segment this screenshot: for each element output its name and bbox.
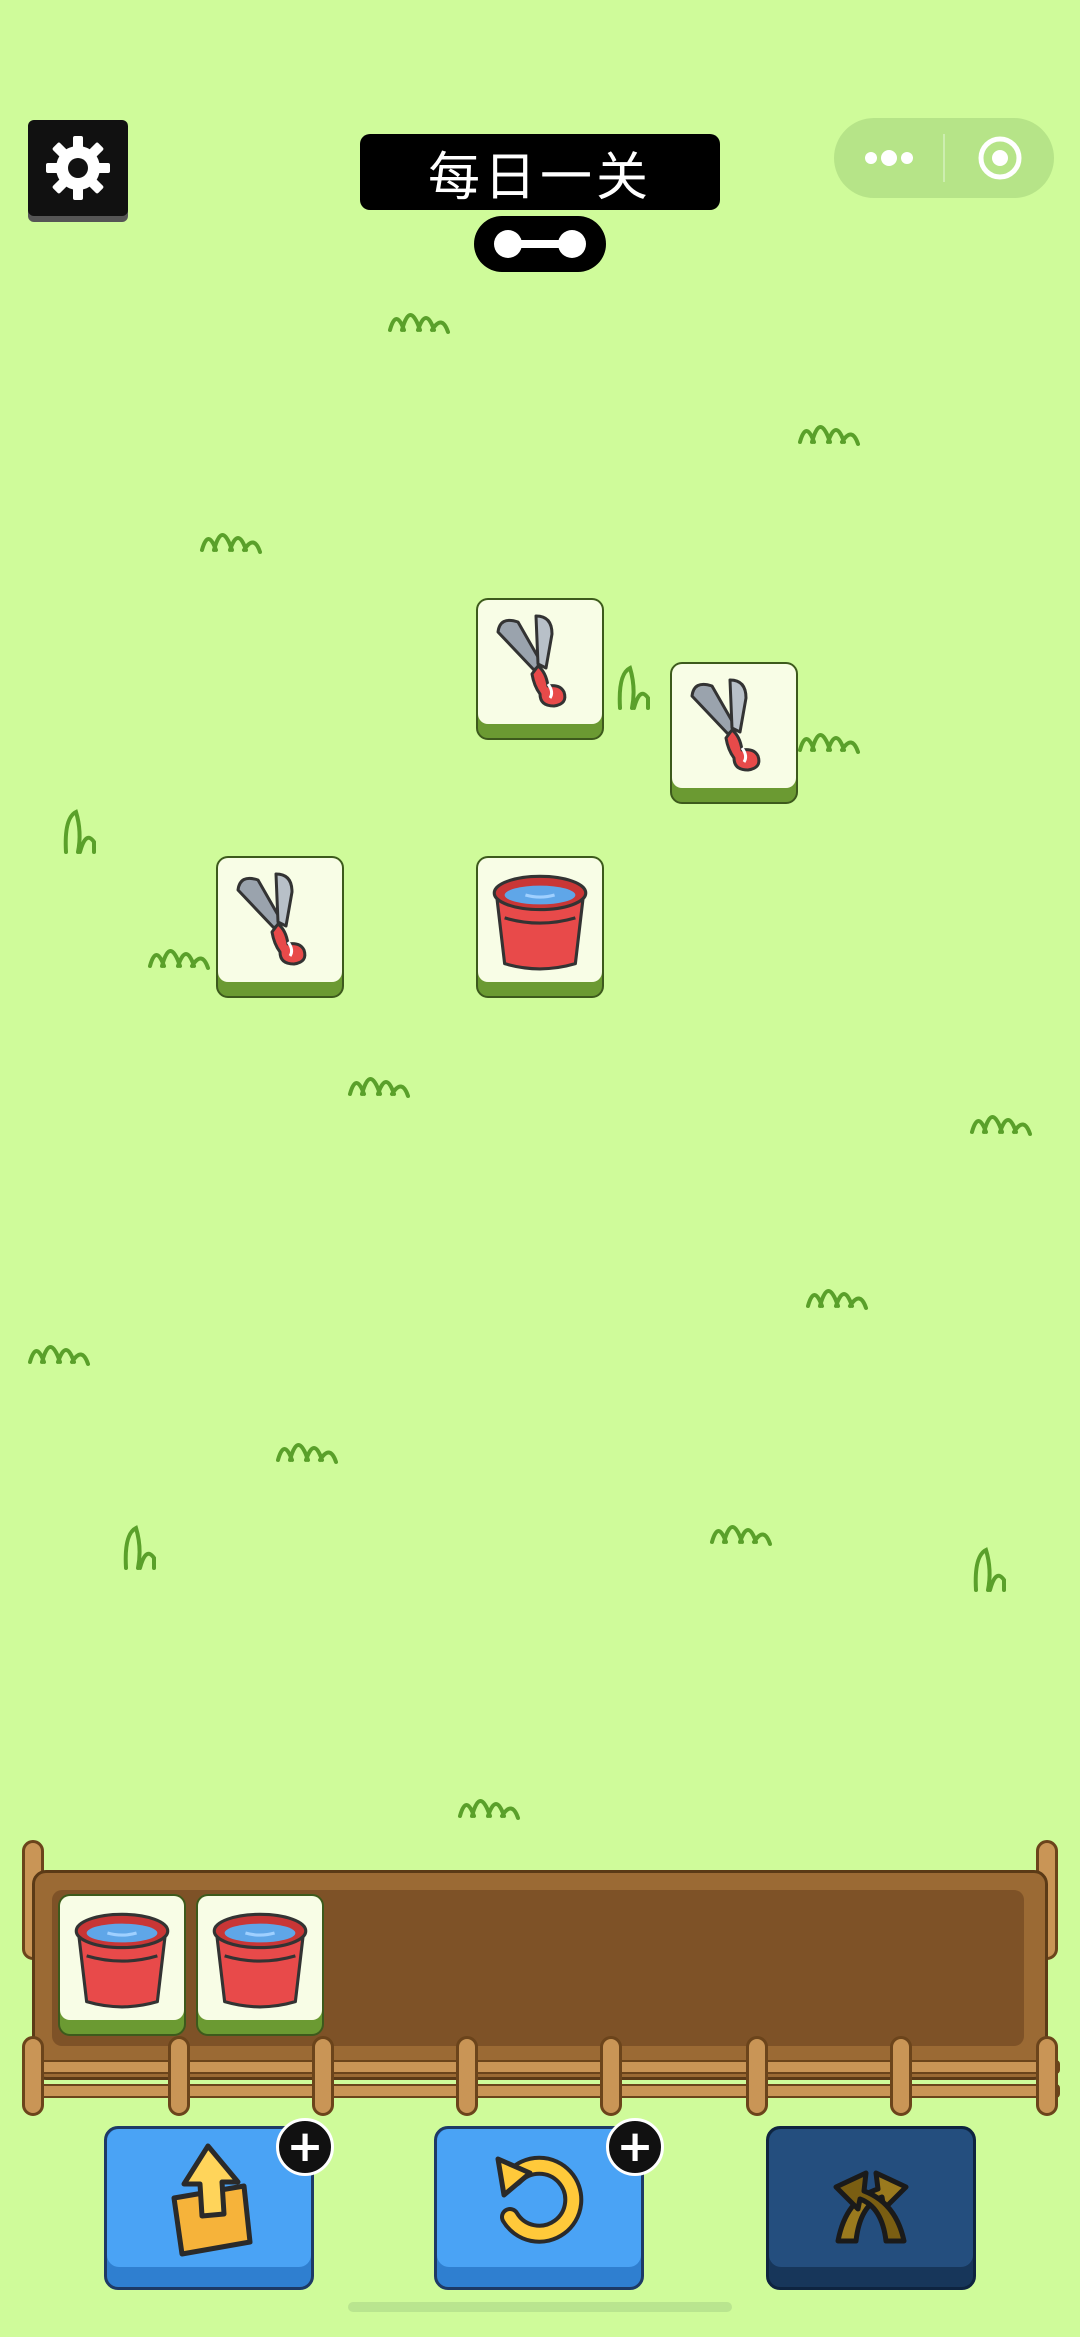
target-close-icon [978, 136, 1021, 180]
fence-post [746, 2036, 768, 2116]
shuffle-button[interactable] [766, 2126, 976, 2290]
pop-out-plus-badge[interactable]: + [276, 2118, 334, 2176]
more-dots-icon [864, 150, 913, 166]
settings-button[interactable] [28, 120, 128, 216]
fence-post [22, 2036, 44, 2116]
board-tile[interactable] [216, 856, 344, 998]
tile-face [672, 664, 796, 788]
red-bucket-icon [212, 1912, 308, 2009]
close-button[interactable] [945, 134, 1054, 182]
level-title-text: 每日一关 [427, 147, 652, 208]
tray-tile [58, 1894, 186, 2036]
tile-face [218, 858, 342, 982]
home-indicator [348, 2302, 732, 2312]
plus-label: + [286, 2121, 324, 2172]
tile-face [478, 858, 602, 982]
board-tile[interactable] [670, 662, 798, 804]
fence-post [312, 2036, 334, 2116]
more-button[interactable] [834, 148, 943, 168]
dumbbell-progress-icon [494, 230, 586, 258]
red-bucket-icon [492, 874, 588, 971]
tile-face [198, 1896, 322, 2020]
fence-post [890, 2036, 912, 2116]
plus-label: + [616, 2121, 654, 2172]
undo-icon [495, 2155, 584, 2244]
pruning-shears-icon [690, 678, 761, 772]
fence-post [168, 2036, 190, 2116]
pruning-shears-icon [496, 614, 567, 708]
fence-post [456, 2036, 478, 2116]
board-tile[interactable] [476, 856, 604, 998]
tile-face [478, 600, 602, 724]
tile-face [60, 1896, 184, 2020]
red-bucket-icon [74, 1912, 170, 2009]
fence-post [1036, 2036, 1058, 2116]
fence-post [600, 2036, 622, 2116]
shuffle-button-face [769, 2129, 973, 2267]
level-progress [474, 216, 606, 272]
tray-tile [196, 1894, 324, 2036]
board-tile[interactable] [476, 598, 604, 740]
pruning-shears-icon [236, 872, 307, 966]
box-arrow-up-icon [171, 2143, 253, 2257]
shuffle-icon [833, 2170, 909, 2244]
level-title: 每日一关 [360, 134, 720, 210]
mini-program-capsule [834, 118, 1054, 198]
gear-icon [46, 136, 110, 200]
undo-plus-badge[interactable]: + [606, 2118, 664, 2176]
